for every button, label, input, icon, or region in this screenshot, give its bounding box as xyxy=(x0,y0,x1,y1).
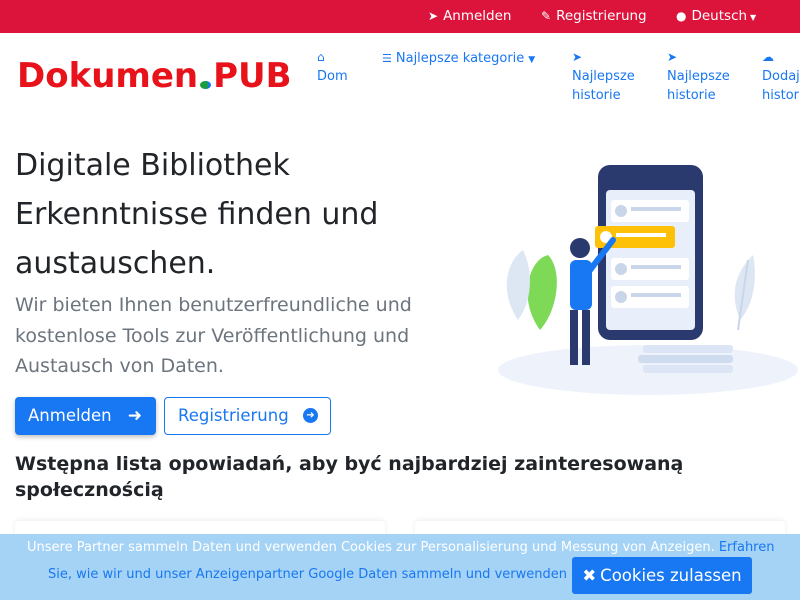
hero-register-button[interactable]: Registrierung ➜ xyxy=(164,397,331,435)
nav-add-line1: Dodaj xyxy=(762,69,800,84)
nav-categories-label: Najlepsze kategorie xyxy=(395,51,525,66)
times-icon: ✖ xyxy=(582,566,597,585)
nav-stories-1-line2: historie xyxy=(572,88,621,103)
home-icon: ⌂ xyxy=(317,50,325,64)
cookie-banner: Unsere Partner sammeln Daten und verwend… xyxy=(0,534,800,600)
site-logo[interactable]: Dokumen PUB xyxy=(17,56,292,96)
login-link[interactable]: ➤ Anmelden xyxy=(428,0,512,33)
nav-stories-2[interactable]: ➤ Najlepsze historie xyxy=(667,48,730,105)
hero-title-line1: Digitale Bibliothek xyxy=(15,148,290,183)
logo-dot-icon xyxy=(200,81,212,89)
hero-title-line3: austauschen. xyxy=(15,246,216,281)
nav-add[interactable]: ☁ Dodaj historie xyxy=(762,48,800,105)
nav-stories-1-line1: Najlepsze xyxy=(572,69,635,84)
logo-text-right: PUB xyxy=(213,56,292,96)
nav-home-label: Dom xyxy=(317,69,348,84)
nav-stories-1[interactable]: ➤ Najlepsze historie xyxy=(572,48,635,105)
section-title: Wstępna lista opowiadań, aby być najbard… xyxy=(15,453,684,501)
nav-stories-2-line1: Najlepsze xyxy=(667,69,730,84)
nav-home[interactable]: ⌂ Dom xyxy=(317,48,348,86)
paper-plane-icon: ➤ xyxy=(572,50,583,64)
hero-login-label: Anmelden xyxy=(28,406,112,425)
arrow-right-icon: ➜ xyxy=(127,406,142,426)
hero-login-button[interactable]: Anmelden ➜ xyxy=(15,397,156,435)
cookie-learn-more-link[interactable]: Erfahren xyxy=(719,540,775,555)
arrow-circle-right-icon: ➜ xyxy=(303,408,318,423)
login-link-label: Anmelden xyxy=(443,8,512,24)
language-label: Deutsch xyxy=(691,8,748,24)
cookie-learn-more-link-cont[interactable]: Sie, wie wir und unser Anzeigenpartner G… xyxy=(48,567,567,583)
hero-subtitle: Wir bieten Ihnen benutzerfreundliche und… xyxy=(15,294,412,377)
accept-cookies-label: Cookies zulassen xyxy=(600,566,742,585)
nav-add-line2: historie xyxy=(762,88,800,103)
cloud-upload-icon: ☁ xyxy=(762,50,774,64)
hero-title: Digitale Bibliothek Erkenntnisse finden … xyxy=(15,141,445,288)
accept-cookies-button[interactable]: ✖ Cookies zulassen xyxy=(572,557,752,594)
caret-down-icon: ▼ xyxy=(528,55,536,65)
sign-in-icon: ➤ xyxy=(428,9,439,23)
hero-illustration xyxy=(498,165,798,395)
hero-register-label: Registrierung xyxy=(178,406,289,425)
caret-down-icon: ▼ xyxy=(750,13,757,22)
globe-icon: ● xyxy=(676,9,687,23)
list-icon: ☰ xyxy=(382,52,392,65)
language-dropdown[interactable]: ● Deutsch ▼ xyxy=(676,0,756,33)
nav-stories-2-line2: historie xyxy=(667,88,716,103)
register-link[interactable]: ✎ Registrierung xyxy=(541,0,647,33)
hero-title-line2: Erkenntnisse finden und xyxy=(15,197,379,232)
top-bar: ➤ Anmelden ✎ Registrierung ● Deutsch ▼ xyxy=(0,0,800,33)
register-link-label: Registrierung xyxy=(556,8,647,24)
paper-plane-icon: ➤ xyxy=(667,50,678,64)
logo-text-left: Dokumen xyxy=(17,56,199,96)
nav-categories[interactable]: ☰ Najlepsze kategorie ▼ xyxy=(382,49,535,70)
cookie-message: Unsere Partner sammeln Daten und verwend… xyxy=(27,540,774,556)
edit-icon: ✎ xyxy=(541,9,552,23)
cookie-message-text: Unsere Partner sammeln Daten und verwend… xyxy=(27,540,715,555)
